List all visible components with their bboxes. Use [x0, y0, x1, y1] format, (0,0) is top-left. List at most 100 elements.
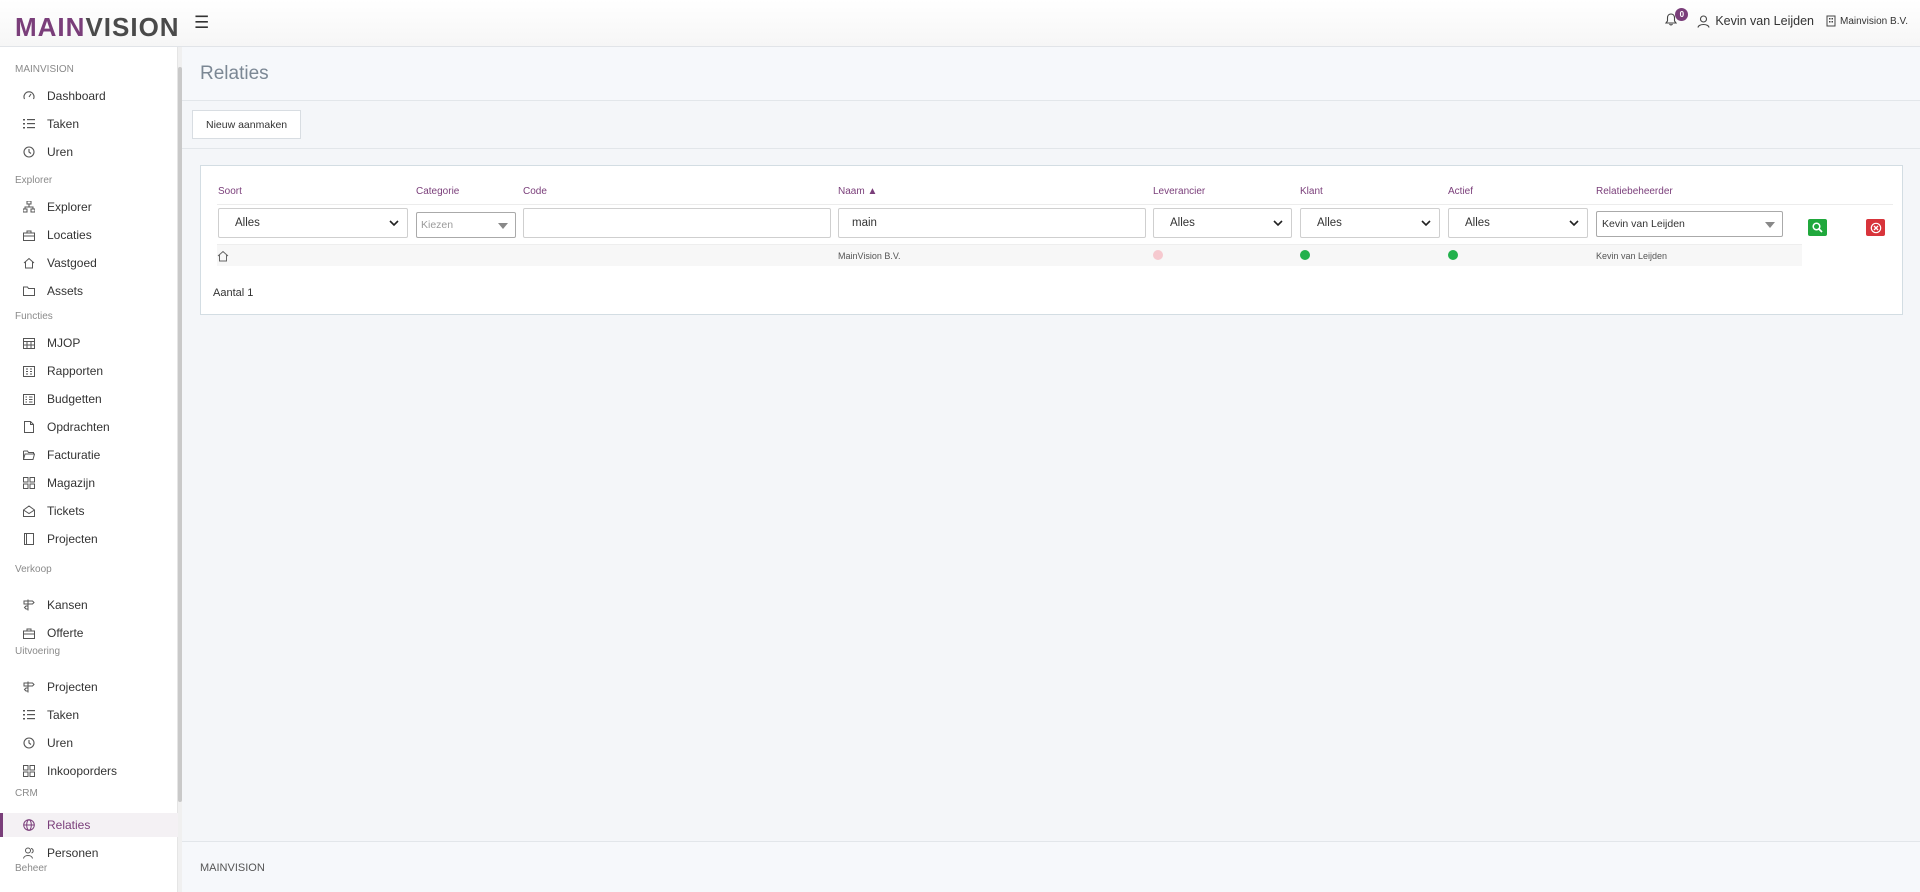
book-icon: [22, 532, 36, 546]
categorie-select[interactable]: Kiezen: [416, 212, 516, 238]
briefcase-icon: [22, 626, 36, 640]
sidebar-item-rapporten[interactable]: Rapporten: [0, 359, 178, 383]
chevron-down-icon: [389, 220, 399, 227]
footer: MAINVISION: [182, 841, 1920, 892]
users-icon: [22, 846, 36, 860]
code-input[interactable]: [523, 208, 831, 238]
sidebar: MAINVISION Dashboard Taken Uren Explorer…: [0, 47, 178, 892]
sidebar-item-kansen[interactable]: Kansen: [0, 593, 178, 617]
klant-label: Klant: [1300, 186, 1323, 197]
sidebar-section-explorer: Explorer: [15, 175, 53, 186]
header-divider: [217, 204, 1893, 205]
user-icon: [1697, 14, 1710, 28]
leverancier-select[interactable]: Alles: [1153, 208, 1292, 238]
naam-input[interactable]: [838, 208, 1146, 238]
budget-icon: [22, 392, 36, 406]
leverancier-status-dot: [1153, 250, 1163, 260]
chevron-down-icon: [1421, 220, 1431, 227]
sidebar-section-functies: Functies: [15, 311, 53, 322]
relatiebeheerder-label: Relatiebeheerder: [1596, 186, 1673, 197]
sidebar-section-verkoop: Verkoop: [15, 564, 52, 575]
envelope-open-icon: [22, 504, 36, 518]
naam-label-sort[interactable]: Naam ▲: [838, 186, 877, 197]
notifications-bell-icon[interactable]: 0: [1665, 8, 1689, 31]
sidebar-section-beheer: Beheer: [15, 863, 48, 874]
clock-icon: [22, 145, 36, 159]
soort-select[interactable]: Alles: [218, 208, 408, 238]
sidebar-item-personen[interactable]: Personen: [0, 841, 178, 865]
dropdown-arrow-icon: [1765, 222, 1775, 228]
page-toolbar: Nieuw aanmaken: [182, 101, 1920, 149]
sidebar-scrollbar[interactable]: [178, 47, 182, 892]
sidebar-item-uitvoering-taken[interactable]: Taken: [0, 703, 178, 727]
sidebar-item-vastgoed[interactable]: Vastgoed: [0, 251, 178, 275]
sidebar-item-facturatie[interactable]: Facturatie: [0, 443, 178, 467]
actief-status-dot: [1448, 250, 1458, 260]
sidebar-item-mjop[interactable]: MJOP: [0, 331, 178, 355]
signpost-icon: [22, 598, 36, 612]
klant-select[interactable]: Alles: [1300, 208, 1440, 238]
sidebar-item-offerte[interactable]: Offerte: [0, 621, 178, 645]
folder-open-icon: [22, 448, 36, 462]
sidebar-item-taken[interactable]: Taken: [0, 112, 178, 136]
sidebar-item-opdrachten[interactable]: Opdrachten: [0, 415, 178, 439]
sidebar-item-uitvoering-uren[interactable]: Uren: [0, 731, 178, 755]
page-header: Relaties: [182, 47, 1920, 101]
sidebar-item-magazijn[interactable]: Magazijn: [0, 471, 178, 495]
dropdown-arrow-icon: [498, 223, 508, 229]
code-label: Code: [523, 186, 547, 197]
building-icon: [1826, 15, 1836, 27]
list-icon: [22, 117, 36, 131]
search-button[interactable]: [1808, 219, 1827, 236]
sidebar-item-uitvoering-projecten[interactable]: Projecten: [0, 675, 178, 699]
chevron-down-icon: [1273, 220, 1283, 227]
klant-status-dot: [1300, 250, 1310, 260]
report-icon: [22, 364, 36, 378]
notification-count-badge: 0: [1675, 8, 1689, 21]
categorie-label: Categorie: [416, 186, 460, 197]
grid-icon: [22, 764, 36, 778]
footer-text: MAINVISION: [200, 862, 265, 874]
sidebar-item-dashboard[interactable]: Dashboard: [0, 84, 178, 108]
clear-filters-button[interactable]: [1866, 219, 1885, 236]
menu-toggle-icon[interactable]: ☰: [194, 13, 209, 33]
sidebar-item-budgetten[interactable]: Budgetten: [0, 387, 178, 411]
result-count: Aantal 1: [213, 287, 254, 299]
row-naam[interactable]: MainVision B.V.: [838, 251, 901, 261]
sidebar-item-locaties[interactable]: Locaties: [0, 223, 178, 247]
clock-icon: [22, 736, 36, 750]
page-title: Relaties: [200, 63, 269, 84]
sidebar-item-projecten[interactable]: Projecten: [0, 527, 178, 551]
soort-label: Soort: [218, 186, 242, 197]
new-relation-button[interactable]: Nieuw aanmaken: [192, 110, 302, 139]
sidebar-item-assets[interactable]: Assets: [0, 279, 178, 303]
sidebar-section-mainvision: MAINVISION: [15, 64, 74, 75]
briefcase-icon: [22, 228, 36, 242]
sidebar-scrollbar-thumb[interactable]: [178, 67, 182, 802]
table-row[interactable]: MainVision B.V. Kevin van Leijden: [217, 244, 1802, 266]
sidebar-item-uren[interactable]: Uren: [0, 140, 178, 164]
close-circle-icon: [1870, 222, 1881, 233]
gauge-icon: [22, 89, 36, 103]
sidebar-section-crm: CRM: [15, 788, 38, 799]
sidebar-item-explorer[interactable]: Explorer: [0, 195, 178, 219]
relations-panel: Soort Categorie Code Naam ▲ Leverancier …: [200, 165, 1903, 315]
signpost-icon: [22, 680, 36, 694]
leverancier-label: Leverancier: [1153, 186, 1206, 197]
file-icon: [22, 420, 36, 434]
actief-select[interactable]: Alles: [1448, 208, 1588, 238]
sitemap-icon: [22, 200, 36, 214]
relatiebeheerder-select[interactable]: Kevin van Leijden: [1596, 211, 1783, 237]
company-menu[interactable]: Mainvision B.V.: [1826, 15, 1908, 27]
globe-icon: [22, 818, 36, 832]
sidebar-item-tickets[interactable]: Tickets: [0, 499, 178, 523]
user-menu[interactable]: Kevin van Leijden: [1697, 14, 1814, 28]
calendar-icon: [22, 336, 36, 350]
sidebar-item-relaties[interactable]: Relaties: [0, 813, 178, 837]
actief-label: Actief: [1448, 186, 1474, 197]
sidebar-item-inkooporders[interactable]: Inkooporders: [0, 759, 178, 783]
user-name: Kevin van Leijden: [1715, 14, 1814, 28]
chevron-down-icon: [1569, 220, 1579, 227]
grid-icon: [22, 476, 36, 490]
mainvision-logo[interactable]: MAINVISION: [15, 12, 180, 43]
